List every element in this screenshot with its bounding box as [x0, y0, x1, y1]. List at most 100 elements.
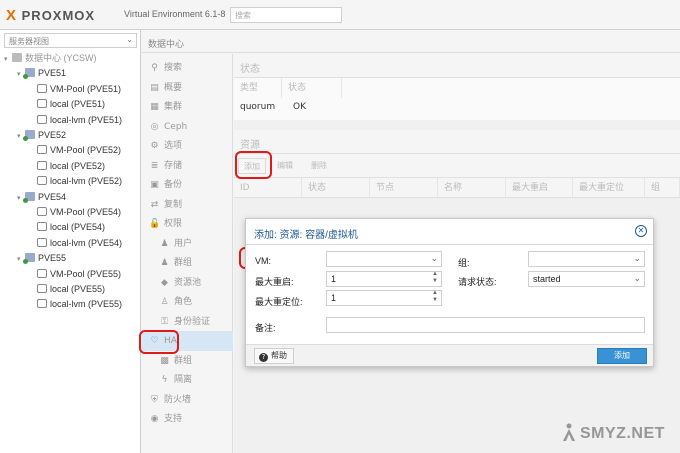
resources-col-header[interactable]: 节点 [370, 178, 438, 198]
tree-storage[interactable]: VM-Pool (PVE55) [37, 267, 121, 282]
tree-storage[interactable]: VM-Pool (PVE51) [37, 82, 121, 97]
nav-item-server[interactable]: ▦ 集群 [142, 97, 233, 117]
database-icon: ≣ [150, 160, 159, 171]
max-restart-value: 1 [331, 274, 337, 284]
max-restart-label: 最大重启: [255, 277, 294, 287]
status-col-status[interactable]: 状态 [282, 78, 342, 98]
nav-item-life-ring[interactable]: ◉ 支持 [142, 409, 233, 429]
nav-item-database[interactable]: ≣ 存储 [142, 156, 233, 176]
nav-item-label: 选项 [164, 141, 183, 151]
tree-storage-label: VM-Pool (PVE54) [50, 207, 122, 217]
status-row-value: OK [293, 102, 306, 112]
shield-icon: ⛨ [151, 394, 158, 405]
vm-select[interactable]: ⌄ [326, 251, 442, 267]
tree-storage-label: local (PVE55) [50, 284, 106, 294]
edit-resource-button[interactable]: 编辑 [272, 158, 298, 174]
nav-item-bolt[interactable]: ϟ 隔离 [142, 370, 233, 390]
nav-item-label: 隔离 [174, 375, 193, 385]
group-select[interactable]: ⌄ [528, 251, 645, 267]
tree-storage[interactable]: local-lvm (PVE54) [37, 236, 122, 251]
tree-storage[interactable]: local (PVE54) [37, 220, 105, 235]
tree-storage[interactable]: local (PVE52) [37, 159, 105, 174]
nav-item-user[interactable]: ♟ 用户 [142, 234, 233, 254]
spinner-arrows-icon[interactable]: ▲ ▼ [432, 271, 438, 285]
tree-node-label: PVE52 [38, 130, 67, 140]
search-input[interactable]: 搜索 [230, 7, 342, 23]
add-button[interactable]: 添加 [597, 348, 647, 364]
resources-col-header[interactable]: 最大重启 [506, 178, 573, 198]
tree-datacenter-label: 数据中心 (YCSW) [25, 53, 97, 63]
resources-col-header[interactable]: 组 [645, 178, 680, 198]
request-state-label: 请求状态: [458, 277, 497, 287]
tree-storage[interactable]: local (PVE55) [37, 282, 105, 297]
nav-item-book[interactable]: ▤ 概要 [142, 78, 233, 98]
tree-node[interactable]: ▾ PVE55 [17, 251, 66, 266]
unlock-icon: 🔓 [149, 219, 161, 229]
tree-storage[interactable]: local-lvm (PVE51) [37, 113, 122, 128]
expand-toggle-icon[interactable]: ▾ [4, 52, 12, 67]
nav-item-ceph[interactable]: ◎ Ceph [142, 117, 233, 137]
node-online-icon [23, 68, 35, 80]
tags-icon: ◆ [161, 277, 168, 288]
status-grid: 类型 状态 quorum OK [234, 78, 680, 120]
help-button-label: 帮助 [271, 351, 287, 360]
nav-item-retweet[interactable]: ⇄ 复制 [142, 195, 233, 215]
proxmox-logo: X PROXMOX [6, 7, 95, 24]
nav-item-label: 搜索 [164, 63, 183, 73]
tree-storage-label: VM-Pool (PVE51) [50, 83, 122, 94]
spinner-arrows-icon[interactable]: ▲ ▼ [432, 290, 438, 304]
ceph-icon: ◎ [150, 121, 159, 132]
watermark-text: SMYZ.NET [580, 425, 665, 442]
nav-item-unlock[interactable]: 🔓 权限 [142, 214, 233, 234]
resources-col-header[interactable]: 状态 [302, 178, 370, 198]
max-relocate-value: 1 [331, 293, 337, 303]
nav-item-label: 备份 [164, 180, 183, 190]
nav-item-floppy[interactable]: ▣ 备份 [142, 175, 233, 195]
tree-storage-label: VM-Pool (PVE52) [50, 145, 122, 156]
request-state-select[interactable]: started ⌄ [528, 271, 645, 287]
remove-resource-button[interactable]: 删除 [306, 158, 332, 174]
resources-col-header[interactable]: 名称 [438, 178, 506, 198]
view-selector[interactable]: 服务器视图 ⌄ [4, 33, 137, 48]
server-icon: ▦ [150, 102, 159, 112]
key-icon: ⚿ [161, 316, 168, 327]
tree-storage[interactable]: VM-Pool (PVE52) [37, 143, 121, 158]
nav-item-label: 群组 [174, 258, 193, 268]
version-label: Virtual Environment 6.1-8 [124, 9, 226, 19]
tree-storage-label: local (PVE52) [50, 160, 106, 171]
resources-col-header[interactable]: ID [234, 178, 302, 198]
nav-item-shield[interactable]: ⛨ 防火墙 [142, 390, 233, 410]
tree-storage[interactable]: local-lvm (PVE52) [37, 174, 122, 189]
resources-col-header[interactable]: 最大重定位 [573, 178, 645, 198]
tree-node-label: PVE51 [38, 68, 67, 79]
book-icon: ▤ [150, 82, 159, 93]
tree-storage[interactable]: VM-Pool (PVE54) [37, 205, 121, 220]
nav-item-users[interactable]: ♟ 群组 [142, 253, 233, 273]
help-button[interactable]: ? 帮助 [254, 348, 294, 364]
nav-item-gear[interactable]: ⚙ 选项 [142, 136, 233, 156]
tree-storage[interactable]: local (PVE51) [37, 97, 105, 112]
node-online-icon [23, 130, 35, 141]
nav-item-label: 概要 [164, 82, 183, 93]
status-col-type[interactable]: 类型 [234, 78, 282, 98]
close-icon[interactable]: ✕ [635, 225, 647, 237]
nav-item-search[interactable]: ⚲ 搜索 [142, 58, 233, 78]
nav-item-key[interactable]: ⚿ 身份验证 [142, 312, 233, 332]
annotation-ha-nav [139, 330, 179, 354]
watermark-sign-icon [563, 423, 575, 441]
tree-datacenter[interactable]: ▾ 数据中心 (YCSW) [4, 51, 97, 66]
comment-input[interactable] [326, 317, 645, 333]
max-relocate-stepper[interactable]: 1 ▲ ▼ [326, 290, 442, 306]
storage-icon [37, 299, 47, 309]
storage-icon [37, 222, 47, 232]
tree-storage-label: local-lvm (PVE51) [50, 114, 123, 125]
max-restart-stepper[interactable]: 1 ▲ ▼ [326, 271, 442, 287]
nav-item-tags[interactable]: ◆ 资源池 [142, 273, 233, 293]
tree-node[interactable]: ▾ PVE52 [17, 128, 66, 143]
tree-storage[interactable]: local-lvm (PVE55) [37, 297, 122, 312]
tree-node[interactable]: ▾ PVE51 [17, 66, 66, 81]
nav-item-male[interactable]: ♙ 角色 [142, 292, 233, 312]
tree-node[interactable]: ▾ PVE54 [17, 190, 66, 205]
nav-item-label: 资源池 [174, 277, 202, 288]
question-circle-icon: ? [259, 353, 268, 362]
